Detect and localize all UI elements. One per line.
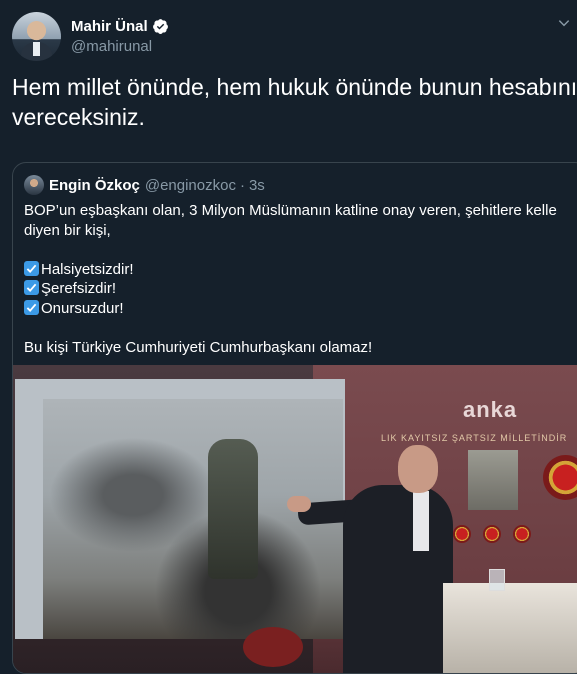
speaker-shirt <box>413 491 429 551</box>
parliament-emblem-small <box>483 525 501 543</box>
quoted-blank-line <box>24 318 569 338</box>
quoted-blank-line <box>24 240 569 260</box>
checklist-text: Şerefsizdir! <box>41 280 117 297</box>
speaker-hand <box>287 496 311 512</box>
author-name-row[interactable]: Mahir Ünal <box>71 16 169 36</box>
quoted-header: Engin Özkoç @enginozkoc · 3s <box>49 175 265 195</box>
projected-detail <box>243 627 303 667</box>
author-avatar[interactable] <box>12 12 61 61</box>
parliament-building-graphic <box>468 450 518 510</box>
check-mark-icon <box>24 299 39 315</box>
quoted-closing-line: Bu kişi Türkiye Cumhuriyeti Cumhurbaşkan… <box>24 338 373 356</box>
parliament-emblem-small <box>453 525 471 543</box>
quoted-display-name: Engin Özkoç <box>49 176 140 194</box>
quoted-author-avatar <box>24 175 44 195</box>
avatar-shirt <box>33 42 40 56</box>
checklist-text: Halsiyetsizdir! <box>41 260 134 278</box>
chevron-down-icon[interactable] <box>557 16 571 30</box>
author-display-name[interactable]: Mahir Ünal <box>71 18 148 35</box>
quoted-tweet[interactable]: Engin Özkoç @enginozkoc · 3s BOP’un eşba… <box>12 162 577 674</box>
speaker-body <box>343 485 453 673</box>
quoted-text: BOP’un eşbaşkanı olan, 3 Milyon Müslüman… <box>24 201 569 357</box>
tweet-text: Hem millet önünde, hem hukuk önünde bunu… <box>12 74 577 130</box>
quoted-media-image[interactable]: anka LIK KAYITSIZ ŞARTSIZ MİLLETİNDİR <box>13 365 577 673</box>
quoted-line: BOP’un eşbaşkanı olan, 3 Milyon Müslüman… <box>24 202 557 239</box>
projected-photo <box>43 399 343 667</box>
quoted-handle: @enginozkoc <box>144 176 236 194</box>
parliament-emblem-small <box>513 525 531 543</box>
check-mark-icon <box>24 280 39 295</box>
checklist-item: Onursuzdur! <box>24 299 569 319</box>
speaker-head <box>398 445 438 493</box>
water-glass <box>489 569 505 591</box>
projected-figure <box>208 439 258 579</box>
check-mark-icon <box>24 260 39 276</box>
checklist-item: Şerefsizdir! <box>24 279 569 299</box>
quoted-separator: · <box>239 176 245 194</box>
tweet[interactable]: Mahir Ünal @mahirunal Hem millet önünde,… <box>0 0 577 674</box>
parliament-banner: LIK KAYITSIZ ŞARTSIZ MİLLETİNDİR <box>381 433 568 443</box>
checklist-item: Halsiyetsizdir! <box>24 260 569 280</box>
author-handle[interactable]: @mahirunal <box>71 38 152 55</box>
checklist-text: Onursuzdur! <box>41 299 124 317</box>
quoted-timestamp: 3s <box>248 176 265 194</box>
media-watermark: anka <box>463 397 518 422</box>
verified-badge-icon <box>152 18 168 34</box>
